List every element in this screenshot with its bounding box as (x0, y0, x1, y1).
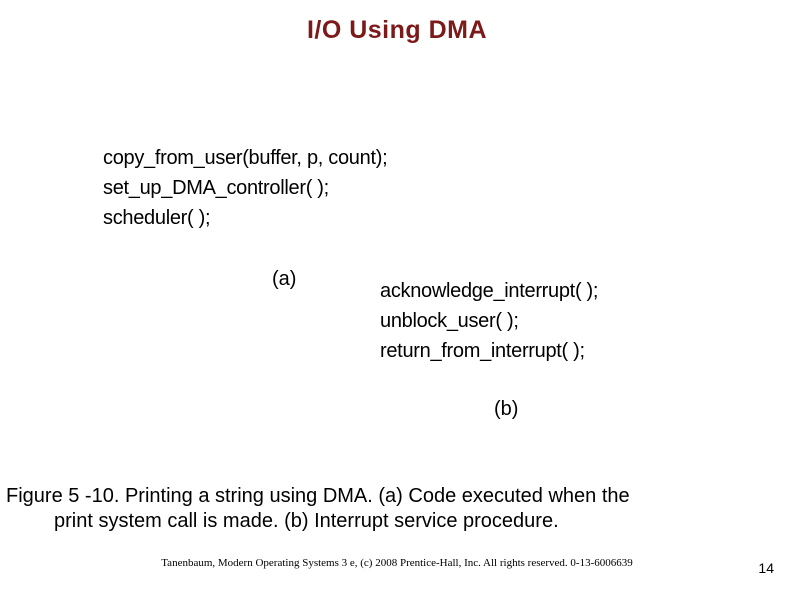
figure-caption: Figure 5 -10. Printing a string using DM… (6, 484, 786, 534)
code-b-line2: unblock_user( ); (380, 306, 598, 336)
caption-line2: print system call is made. (b) Interrupt… (6, 509, 786, 534)
slide-title: I/O Using DMA (0, 16, 794, 45)
code-block-b: acknowledge_interrupt( ); unblock_user( … (380, 276, 598, 366)
code-a-line2: set_up_DMA_controller( ); (103, 173, 387, 203)
code-block-a: copy_from_user(buffer, p, count); set_up… (103, 143, 387, 233)
code-a-line3: scheduler( ); (103, 203, 387, 233)
label-a: (a) (272, 268, 296, 291)
caption-line1: Figure 5 -10. Printing a string using DM… (6, 484, 786, 509)
page-number: 14 (758, 560, 774, 576)
code-b-line3: return_from_interrupt( ); (380, 336, 598, 366)
code-b-line1: acknowledge_interrupt( ); (380, 276, 598, 306)
citation-footer: Tanenbaum, Modern Operating Systems 3 e,… (0, 557, 794, 569)
code-a-line1: copy_from_user(buffer, p, count); (103, 143, 387, 173)
label-b: (b) (494, 398, 518, 421)
